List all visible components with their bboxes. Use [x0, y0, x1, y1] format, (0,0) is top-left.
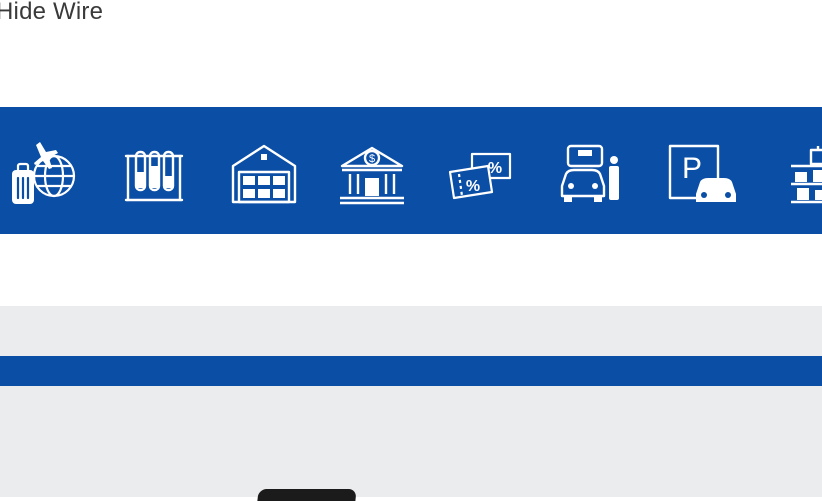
- svg-text:P: P: [682, 152, 702, 185]
- discount-coupon-icon[interactable]: % %: [448, 140, 514, 206]
- retail-shelves-icon[interactable]: [778, 140, 822, 206]
- airport-travel-icon[interactable]: [10, 140, 78, 206]
- content-section: [0, 306, 822, 497]
- section-divider-strip: [0, 356, 822, 386]
- parking-icon[interactable]: P: [668, 140, 738, 206]
- svg-text:$: $: [369, 153, 375, 165]
- laboratory-tubes-icon[interactable]: [124, 140, 184, 206]
- warehouse-icon[interactable]: [231, 140, 297, 206]
- svg-text:%: %: [466, 178, 480, 195]
- product-image-top: [257, 489, 357, 501]
- svg-text:%: %: [488, 160, 502, 177]
- bank-icon[interactable]: $: [338, 140, 406, 206]
- hide-wire-link[interactable]: Hide Wire: [0, 0, 103, 26]
- car-valet-icon[interactable]: [558, 140, 624, 206]
